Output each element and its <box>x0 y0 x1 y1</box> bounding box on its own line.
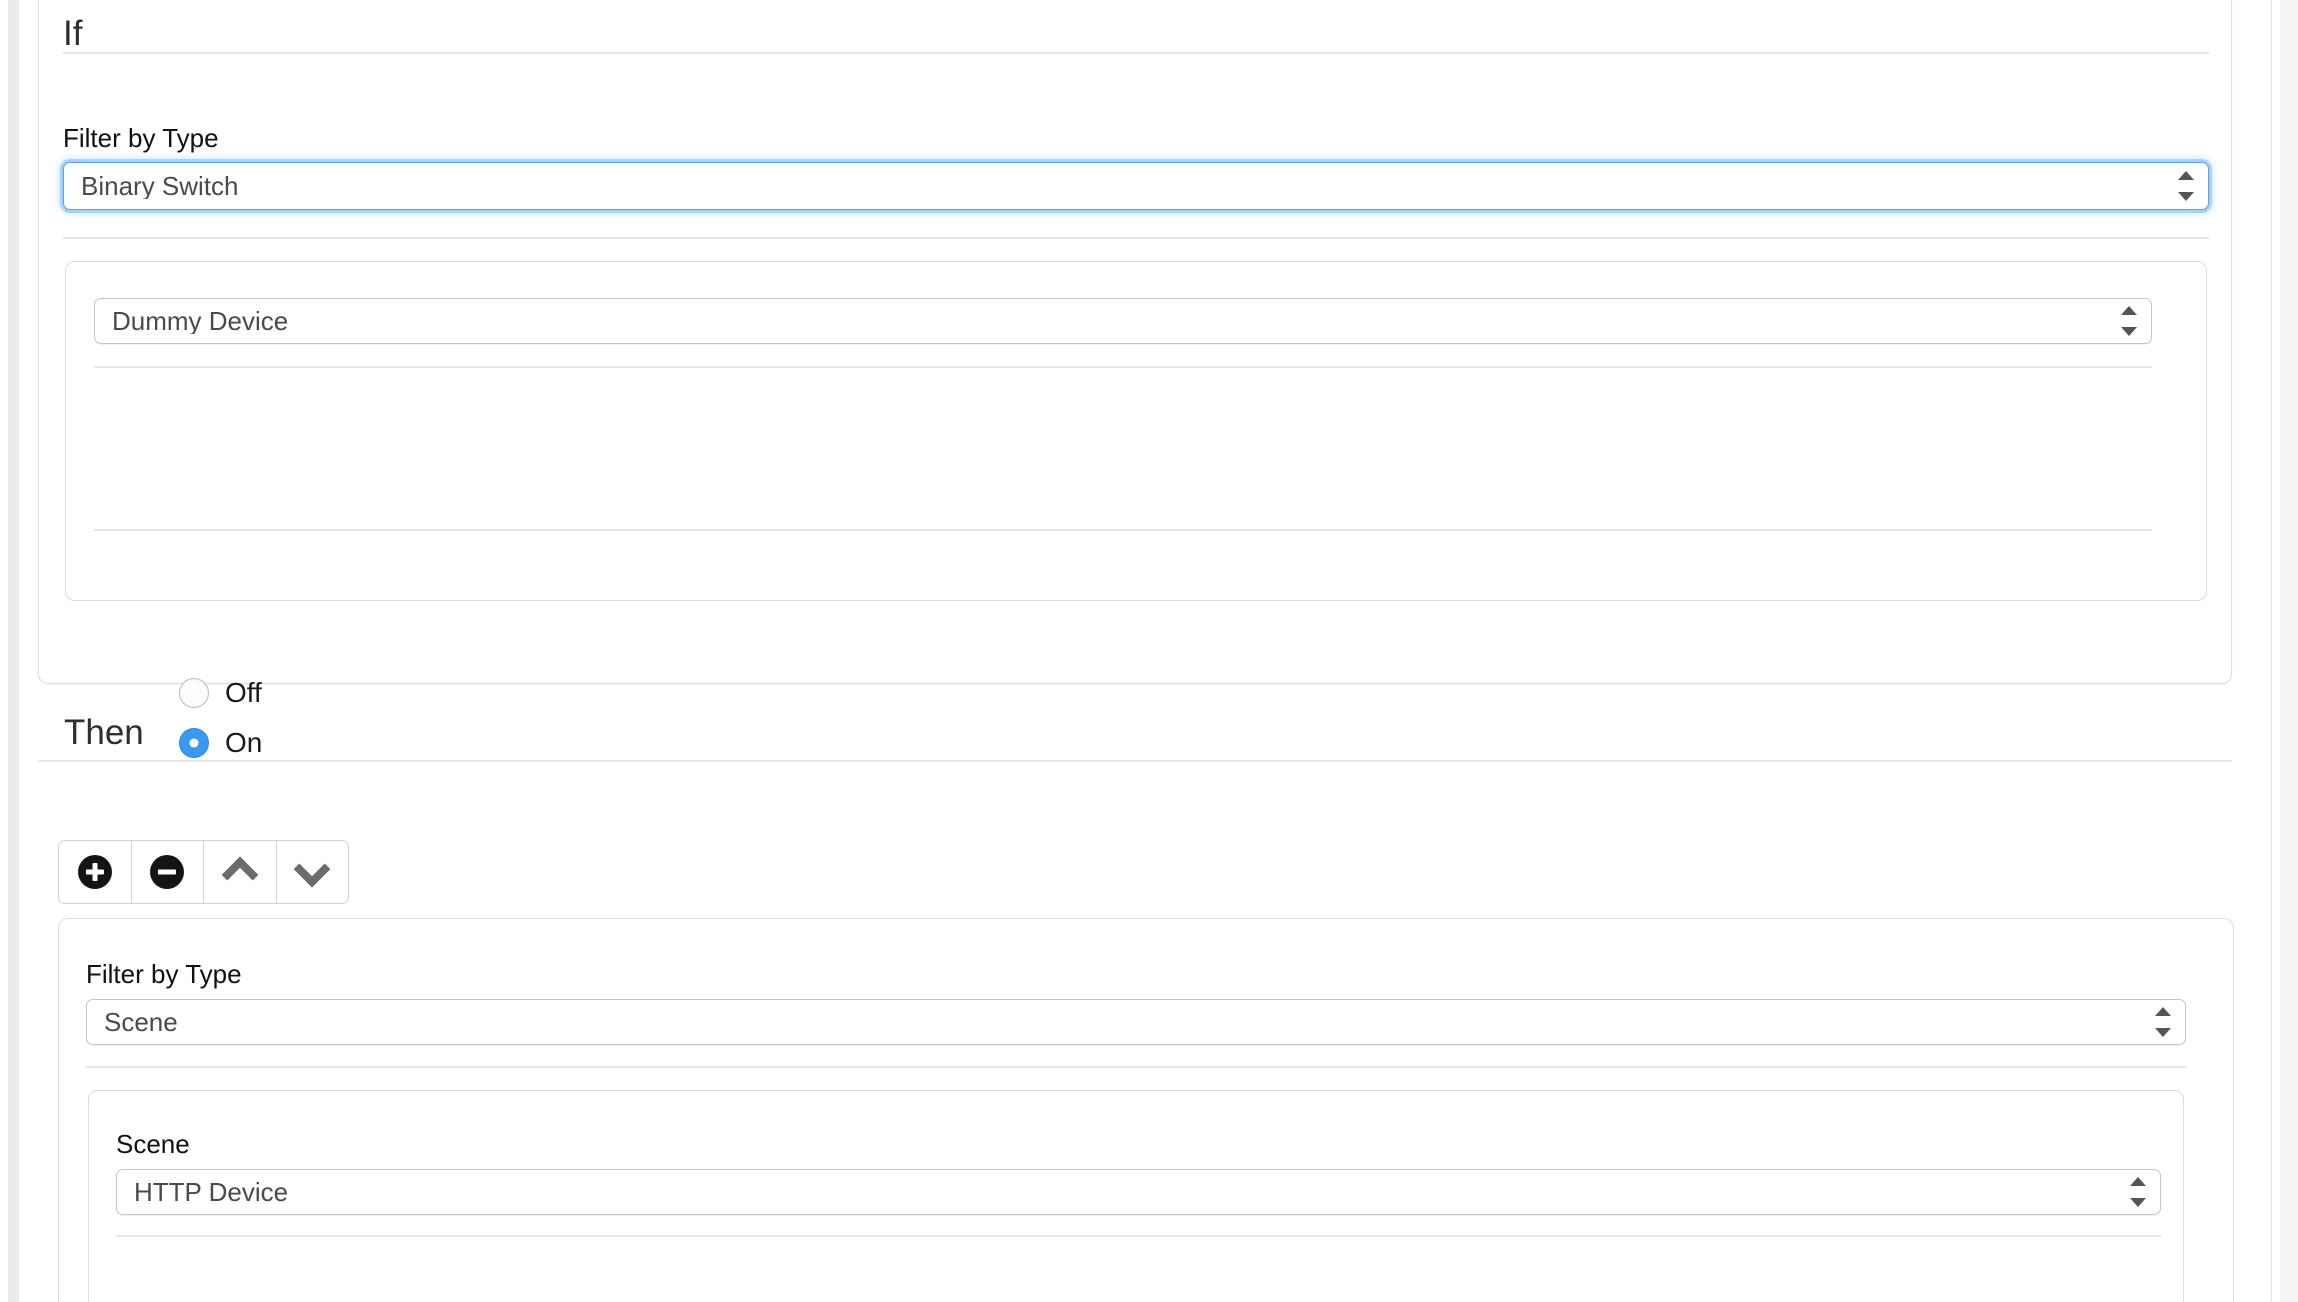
then-scene-card: Scene HTTP Device <box>88 1090 2184 1302</box>
then-title-divider <box>38 760 2232 762</box>
then-section-title: Then <box>64 713 144 752</box>
then-scene-value: HTTP Device <box>134 1179 289 1205</box>
move-action-up-button[interactable] <box>204 841 277 903</box>
minus-circle-icon <box>150 855 185 889</box>
then-filter-divider <box>86 1066 2186 1068</box>
app-window: If Filter by Type Binary Switch Dummy De… <box>0 0 2298 1302</box>
then-scene-divider <box>116 1235 2161 1237</box>
if-section-title: If <box>63 14 83 53</box>
chevron-down-icon <box>293 850 331 888</box>
if-device-select[interactable]: Dummy Device <box>94 298 2152 344</box>
stepper-arrows-icon <box>2121 306 2137 336</box>
window-right-gutter <box>2280 0 2298 1302</box>
then-filter-by-type-select[interactable]: Scene <box>86 999 2186 1045</box>
content-column: If Filter by Type Binary Switch Dummy De… <box>38 0 2271 1302</box>
if-title-divider <box>63 52 2209 54</box>
window-right-edge <box>2271 0 2272 1302</box>
if-filter-by-type-label: Filter by Type <box>63 123 219 153</box>
if-state-option-off[interactable]: Off <box>179 678 262 708</box>
move-action-down-button[interactable] <box>276 841 348 903</box>
then-scene-label: Scene <box>116 1129 190 1159</box>
if-state-option-on[interactable]: On <box>179 728 262 758</box>
stepper-arrows-icon <box>2178 171 2194 201</box>
radio-off-icon[interactable] <box>179 678 209 708</box>
window-left-gutter <box>8 0 19 1302</box>
then-action-toolbar <box>58 840 349 904</box>
if-condition-bottom-divider <box>94 529 2152 531</box>
radio-on-icon[interactable] <box>179 728 209 758</box>
plus-circle-icon <box>77 855 112 889</box>
stepper-arrows-icon <box>2155 1007 2171 1037</box>
chevron-up-icon <box>221 856 259 894</box>
if-state-option-on-label: On <box>225 727 263 758</box>
remove-action-button[interactable] <box>131 841 204 903</box>
if-filter-by-type-value: Binary Switch <box>81 173 239 199</box>
if-filter-by-type-select[interactable]: Binary Switch <box>63 162 2209 210</box>
if-device-divider <box>94 366 2152 368</box>
add-action-button[interactable] <box>59 841 132 903</box>
then-filter-by-type-label: Filter by Type <box>86 959 242 989</box>
if-filter-divider <box>63 237 2209 239</box>
if-state-option-off-label: Off <box>225 677 262 708</box>
if-device-value: Dummy Device <box>112 308 289 334</box>
then-filter-by-type-value: Scene <box>104 1009 178 1035</box>
if-condition-card: Dummy Device Off On <box>65 261 2207 758</box>
if-section-card: If Filter by Type Binary Switch Dummy De… <box>38 0 2232 758</box>
then-scene-select[interactable]: HTTP Device <box>116 1169 2161 1215</box>
stepper-arrows-icon <box>2130 1177 2146 1207</box>
then-action-card: Filter by Type Scene Scene HTTP Device <box>58 918 2234 1302</box>
